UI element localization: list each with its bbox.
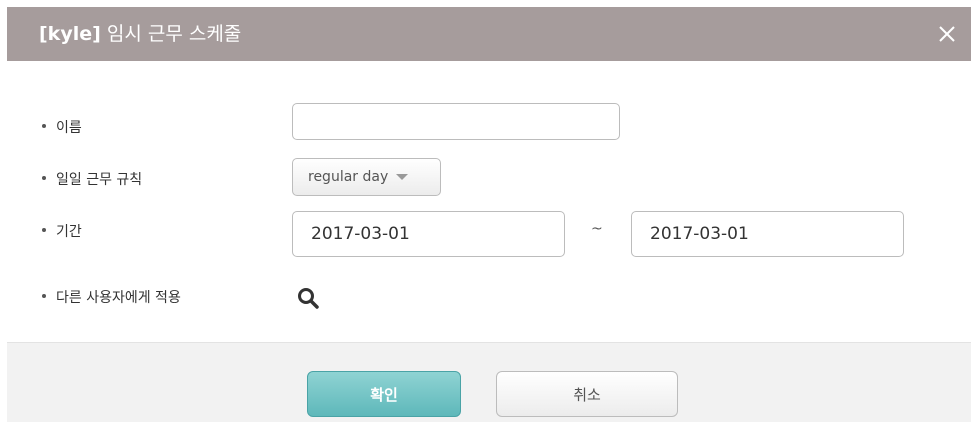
dialog-header: [kyle] 임시 근무 스케줄 [7, 7, 971, 61]
rule-label: 일일 근무 규칙 [42, 169, 142, 189]
period-label: 기간 [42, 221, 82, 241]
dialog-footer: 확인 취소 [7, 342, 971, 422]
bullet [42, 294, 46, 298]
dialog-title-text: 임시 근무 스케줄 [106, 23, 242, 45]
bullet [42, 176, 46, 180]
search-icon[interactable] [297, 287, 319, 309]
bullet [42, 124, 46, 128]
period-label-text: 기간 [56, 224, 82, 240]
confirm-button[interactable]: 확인 [307, 371, 461, 417]
dialog-title-user: [kyle] [39, 23, 101, 45]
name-label-text: 이름 [56, 120, 82, 136]
name-label: 이름 [42, 117, 82, 137]
chevron-down-icon [396, 174, 409, 180]
rule-label-text: 일일 근무 규칙 [56, 172, 143, 188]
name-input[interactable] [292, 103, 620, 140]
cancel-button[interactable]: 취소 [496, 371, 678, 417]
work-rule-dropdown[interactable]: regular day [292, 158, 441, 196]
bullet [42, 228, 46, 232]
work-rule-value: regular day [308, 169, 389, 185]
apply-label: 다른 사용자에게 적용 [42, 287, 181, 307]
schedule-dialog: [kyle] 임시 근무 스케줄 이름 일일 근무 규칙 regular day… [7, 7, 971, 422]
close-icon[interactable] [937, 24, 957, 44]
start-date-input[interactable]: 2017-03-01 [292, 211, 565, 257]
apply-label-text: 다른 사용자에게 적용 [56, 290, 181, 306]
end-date-input[interactable]: 2017-03-01 [631, 211, 904, 257]
date-separator: ~ [591, 221, 603, 237]
dialog-title: [kyle] 임시 근무 스케줄 [39, 7, 241, 61]
